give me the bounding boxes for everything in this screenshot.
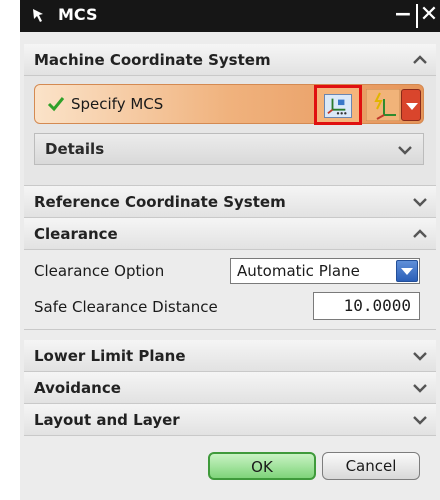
specify-mcs-label: Specify MCS — [71, 95, 164, 113]
details-label: Details — [45, 140, 105, 158]
window-title: MCS — [58, 5, 98, 24]
clearance-option-value: Automatic Plane — [237, 262, 360, 280]
minimize-button[interactable]: − — [390, 3, 416, 29]
clearance-section-body: Clearance Option Automatic Plane Safe Cl… — [24, 250, 436, 330]
section-header-lower-limit-plane[interactable]: Lower Limit Plane — [24, 340, 436, 372]
mcs-section-body: Specify MCS Details — [24, 76, 436, 186]
csys-dropdown-button[interactable] — [401, 89, 421, 121]
csys-axes-icon[interactable] — [366, 89, 400, 121]
clearance-option-select[interactable]: Automatic Plane — [230, 258, 420, 284]
title-bar[interactable]: MCS − ✕ — [20, 0, 440, 32]
close-button[interactable]: ✕ — [416, 3, 440, 29]
chevron-down-icon — [398, 146, 412, 155]
dialog-footer: OK Cancel — [20, 438, 440, 500]
chevron-down-icon — [413, 384, 427, 393]
section-header-clearance[interactable]: Clearance — [24, 218, 436, 250]
section-header-machine-coordinate-system[interactable]: Machine Coordinate System — [24, 44, 436, 76]
section-label: Reference Coordinate System — [34, 193, 286, 211]
safe-clearance-distance-label: Safe Clearance Distance — [34, 298, 218, 316]
section-label: Avoidance — [34, 379, 121, 397]
section-label: Lower Limit Plane — [34, 347, 186, 365]
mcs-dialog: Machine Coordinate System Specify MCS De… — [20, 32, 440, 500]
chevron-up-icon — [413, 55, 427, 64]
dropdown-arrow-icon[interactable] — [396, 260, 418, 282]
csys-dialog-button[interactable] — [314, 85, 362, 125]
chevron-down-icon — [413, 416, 427, 425]
chevron-down-icon — [413, 198, 427, 207]
ok-button[interactable]: OK — [208, 452, 316, 480]
chevron-up-icon — [413, 229, 427, 238]
section-header-reference-coordinate-system[interactable]: Reference Coordinate System — [24, 186, 436, 218]
specify-mcs-row[interactable]: Specify MCS — [34, 84, 424, 125]
chevron-down-icon — [413, 352, 427, 361]
safe-clearance-distance-input[interactable]: 10.0000 — [313, 292, 420, 320]
details-subsection-header[interactable]: Details — [34, 133, 424, 165]
section-label: Clearance — [34, 225, 118, 243]
cancel-button[interactable]: Cancel — [322, 452, 420, 480]
section-header-layout-and-layer[interactable]: Layout and Layer — [24, 404, 436, 436]
clearance-option-label: Clearance Option — [34, 262, 165, 280]
section-header-avoidance[interactable]: Avoidance — [24, 372, 436, 404]
section-label: Machine Coordinate System — [34, 51, 271, 69]
csys-dialog-icon — [324, 94, 352, 118]
cursor-arrow-icon — [33, 9, 43, 22]
section-label: Layout and Layer — [34, 411, 180, 429]
checkmark-icon — [47, 97, 65, 112]
